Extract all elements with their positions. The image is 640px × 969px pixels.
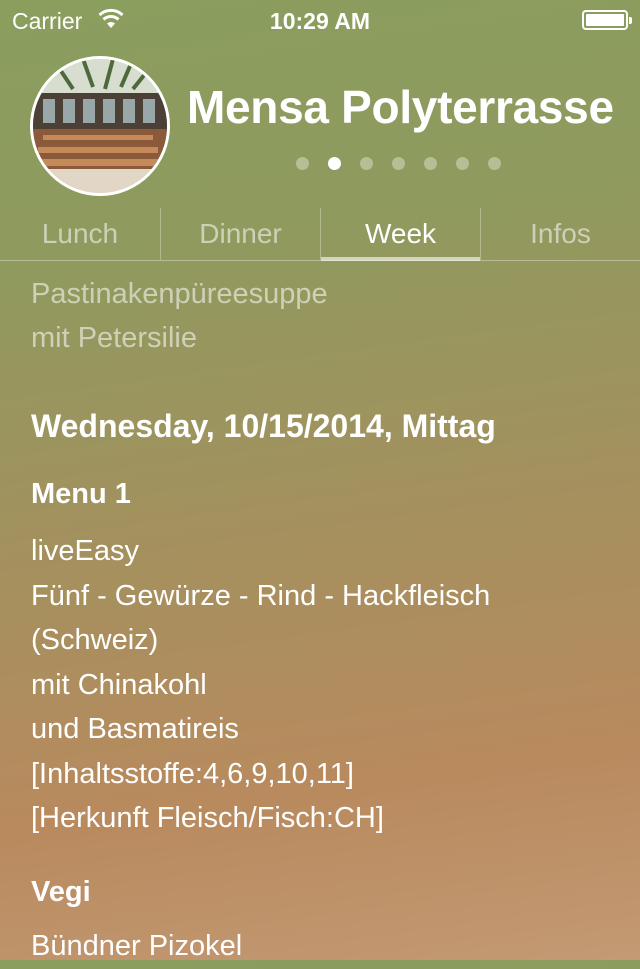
page-dot[interactable] (392, 157, 405, 170)
page-dot[interactable] (296, 157, 309, 170)
battery-icon (582, 10, 632, 30)
menu-description: Bündner Pizokel (31, 924, 621, 969)
menu-line: [Inhaltsstoffe:4,6,9,10,11] (31, 757, 354, 790)
page-dot[interactable] (424, 157, 437, 170)
menu-line: und Basmatireis (31, 713, 239, 745)
menu-line: Pastinakenpüreesuppe (31, 278, 328, 310)
page-dot[interactable] (488, 157, 501, 170)
previous-menu-text: Pastinakenpüreesuppe mit Petersilie (31, 272, 621, 360)
tab-week[interactable]: Week (320, 208, 480, 261)
day-heading: Wednesday, 10/15/2014, Mittag (31, 408, 496, 444)
page-dot[interactable] (360, 157, 373, 170)
tab-label: Week (364, 218, 437, 249)
menu-line: liveEasy (31, 535, 139, 567)
clock: 10:29 AM (269, 8, 371, 34)
menu-line: Fünf - Gewürze - Rind - Hackfleisch (31, 579, 491, 612)
menu-line: Bündner Pizokel (31, 930, 243, 962)
status-bar: Carrier 10:29 AM (0, 0, 640, 40)
menu-line: [Herkunft Fleisch/Fisch:CH] (31, 802, 384, 834)
menu-line: mit Chinakohl (31, 668, 207, 701)
menu-description: liveEasy Fünf - Gewürze - Rind - Hackfle… (31, 529, 621, 841)
tab-lunch[interactable]: Lunch (0, 208, 160, 260)
menu-title: Menu 1 (31, 478, 131, 510)
tab-dinner[interactable]: Dinner (160, 208, 320, 260)
page-dot-active[interactable] (328, 157, 341, 170)
tab-infos[interactable]: Infos (480, 208, 640, 260)
tab-label: Infos (530, 218, 591, 249)
meal-tab-bar: Lunch Dinner Week Infos (0, 208, 640, 261)
page-dot[interactable] (456, 157, 469, 170)
menu-line: mit Petersilie (31, 322, 197, 354)
tab-label: Dinner (199, 218, 282, 249)
mensa-photo (30, 56, 170, 196)
tab-label: Lunch (41, 218, 119, 249)
mensa-title: Mensa Polyterrasse (187, 81, 614, 133)
active-tab-indicator (321, 257, 480, 261)
menu-line: (Schweiz) (31, 624, 159, 656)
menu-title: Vegi (31, 876, 91, 908)
